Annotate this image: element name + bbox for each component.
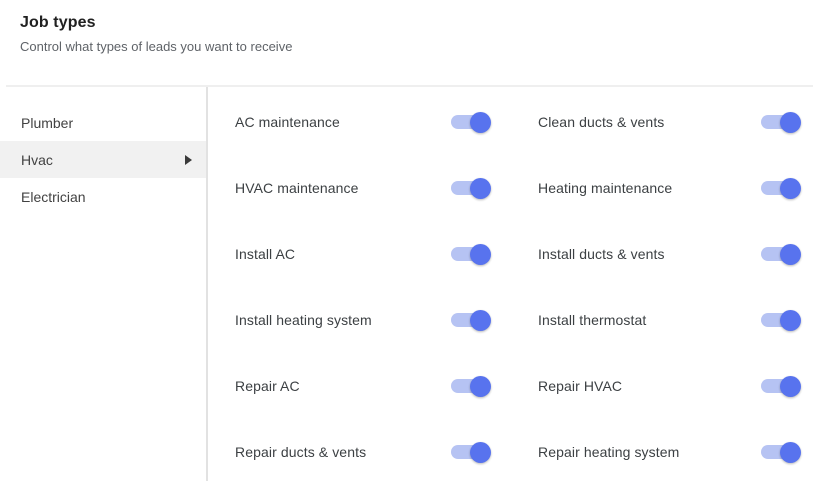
job-type-row: Install ducts & vents (538, 221, 801, 287)
toggle-thumb (780, 178, 801, 199)
toggle-thumb (470, 442, 491, 463)
job-type-toggle[interactable] (761, 375, 801, 398)
job-type-toggle[interactable] (761, 177, 801, 200)
job-type-toggle[interactable] (451, 375, 491, 398)
job-type-row: Clean ducts & vents (538, 89, 801, 155)
job-type-row: Heating maintenance (538, 155, 801, 221)
job-type-toggle[interactable] (451, 177, 491, 200)
job-type-row: AC maintenance (235, 89, 491, 155)
sidebar-item-label: Hvac (21, 152, 53, 168)
toggle-thumb (470, 310, 491, 331)
toggle-thumb (780, 244, 801, 265)
job-type-row: Repair heating system (538, 419, 801, 485)
toggle-thumb (780, 310, 801, 331)
toggle-thumb (470, 112, 491, 133)
sidebar-item-plumber[interactable]: Plumber (0, 104, 206, 141)
job-category-sidebar: Plumber Hvac Electrician (0, 87, 206, 499)
toggle-thumb (780, 376, 801, 397)
job-type-label: Install heating system (235, 312, 372, 328)
job-type-row: Install heating system (235, 287, 491, 353)
content-area: Plumber Hvac Electrician AC maintenance … (0, 87, 829, 499)
toggle-thumb (470, 178, 491, 199)
job-type-row: Install thermostat (538, 287, 801, 353)
job-type-label: Clean ducts & vents (538, 114, 664, 130)
job-type-row: Repair HVAC (538, 353, 801, 419)
job-type-toggle[interactable] (761, 441, 801, 464)
job-type-label: Install AC (235, 246, 295, 262)
job-type-row: Repair AC (235, 353, 491, 419)
job-type-label: AC maintenance (235, 114, 340, 130)
job-type-label: Repair heating system (538, 444, 679, 460)
job-type-label: Repair AC (235, 378, 300, 394)
job-type-toggle[interactable] (761, 243, 801, 266)
job-type-toggle[interactable] (451, 111, 491, 134)
arrow-right-icon (185, 155, 192, 165)
page-subtitle: Control what types of leads you want to … (20, 39, 292, 55)
job-type-toggle[interactable] (761, 111, 801, 134)
toggle-thumb (470, 376, 491, 397)
toggle-thumb (470, 244, 491, 265)
sidebar-item-label: Electrician (21, 189, 86, 205)
job-type-label: Repair HVAC (538, 378, 622, 394)
job-types-page: Job types Control what types of leads yo… (0, 0, 829, 499)
page-title: Job types (20, 13, 292, 33)
job-types-grid: AC maintenance Clean ducts & vents HVAC … (208, 87, 829, 499)
job-type-label: HVAC maintenance (235, 180, 359, 196)
job-type-toggle[interactable] (761, 309, 801, 332)
job-type-toggle[interactable] (451, 243, 491, 266)
sidebar-item-label: Plumber (21, 115, 73, 131)
job-type-row: Install AC (235, 221, 491, 287)
job-type-row: HVAC maintenance (235, 155, 491, 221)
job-type-label: Repair ducts & vents (235, 444, 366, 460)
sidebar-item-electrician[interactable]: Electrician (0, 178, 206, 215)
job-type-toggle[interactable] (451, 441, 491, 464)
job-type-toggle[interactable] (451, 309, 491, 332)
toggle-thumb (780, 442, 801, 463)
job-type-label: Install thermostat (538, 312, 646, 328)
job-type-label: Install ducts & vents (538, 246, 665, 262)
page-header: Job types Control what types of leads yo… (20, 13, 292, 55)
toggle-thumb (780, 112, 801, 133)
job-type-label: Heating maintenance (538, 180, 672, 196)
job-type-row: Repair ducts & vents (235, 419, 491, 485)
sidebar-item-hvac[interactable]: Hvac (0, 141, 206, 178)
